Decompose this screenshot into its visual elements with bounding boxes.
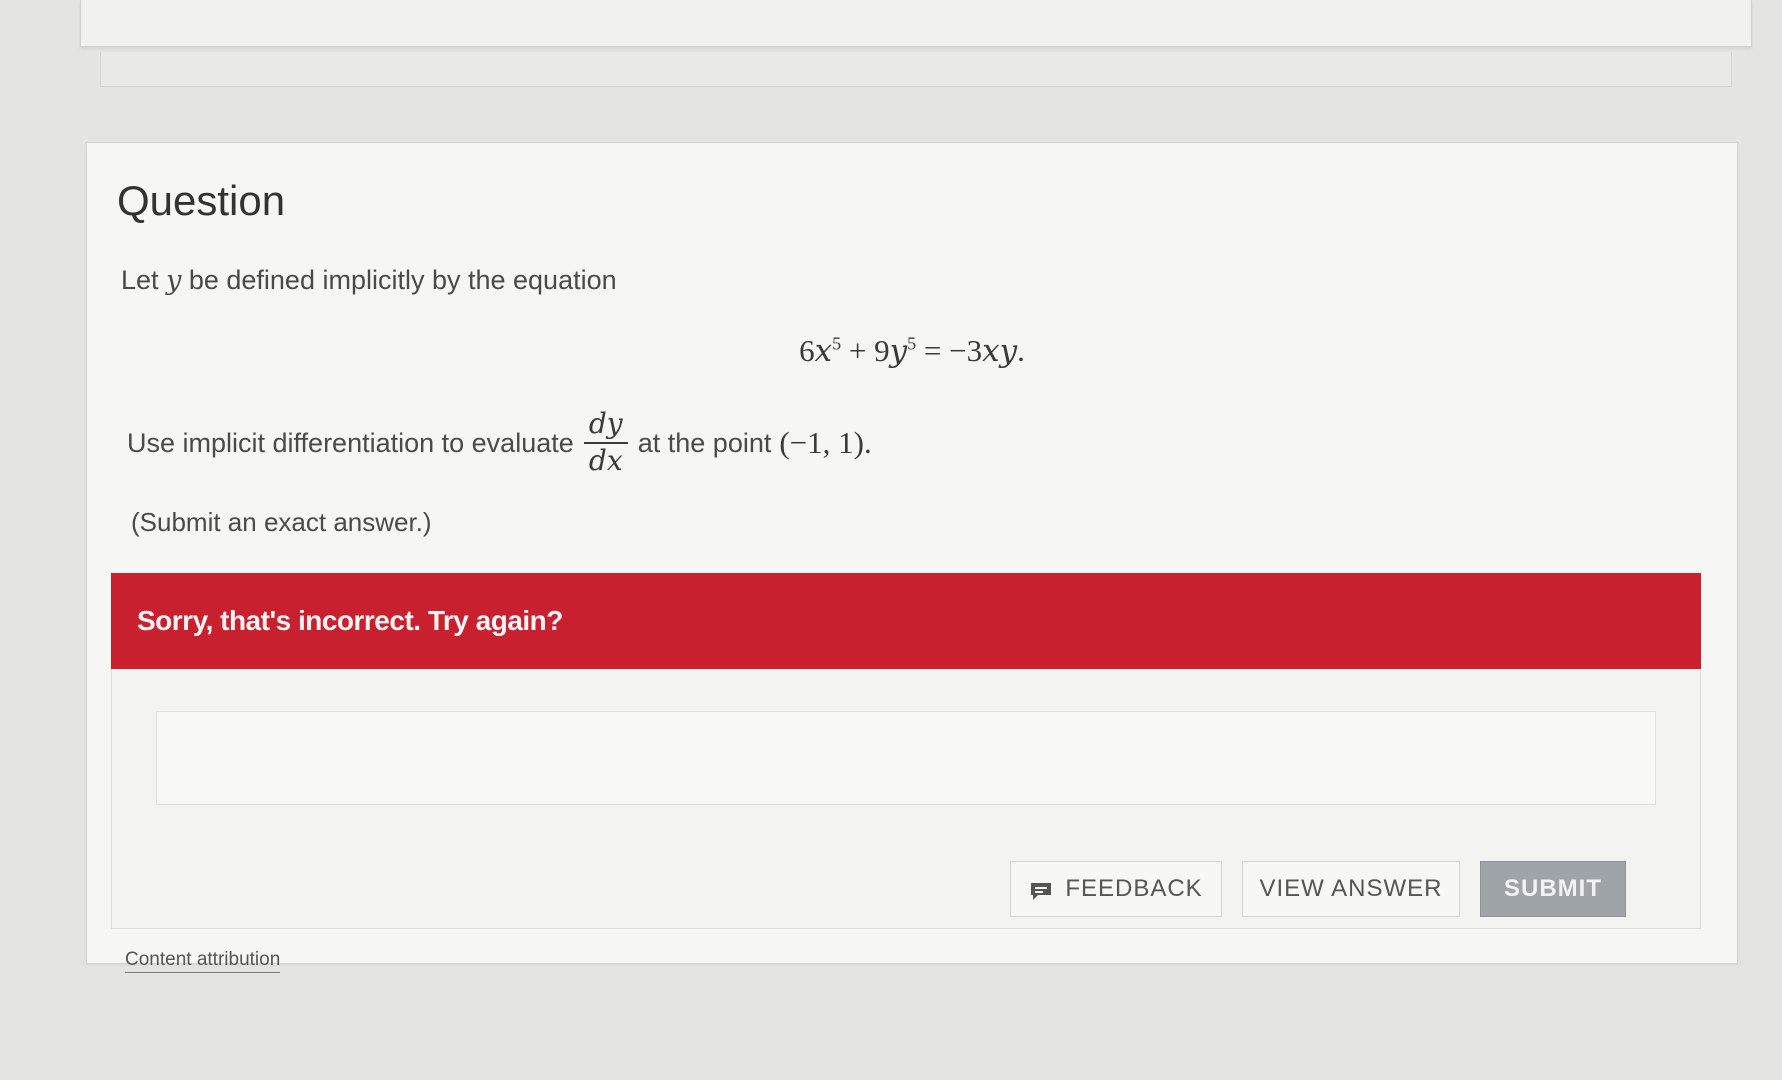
view-answer-button[interactable]: VIEW ANSWER (1242, 861, 1460, 917)
equation-rhs-coef: −3 (949, 333, 983, 368)
derivative-denominator: dx (588, 444, 623, 477)
derivative-numerator: dy (588, 407, 623, 441)
question-card: Question Let y be defined implicitly by … (86, 142, 1738, 973)
equation: 6x5 + 9y5 = −3xy. (87, 333, 1737, 369)
equation-end: . (1017, 333, 1025, 368)
feedback-button[interactable]: FEEDBACK (1010, 861, 1222, 917)
previous-card-stack (100, 52, 1732, 87)
question-instruction: Use implicit differentiation to evaluate… (127, 395, 872, 491)
instruction-text-before: Use implicit differentiation to evaluate (127, 427, 574, 458)
intro-text-before: Let (121, 265, 159, 295)
equation-term1-exp: 5 (832, 333, 842, 354)
equation-term1-coef: 6 (799, 333, 815, 368)
equation-term2-var: y (889, 333, 908, 369)
equation-term2-exp: 5 (907, 333, 917, 354)
previous-card (80, 0, 1752, 47)
answer-area: FEEDBACK VIEW ANSWER SUBMIT (111, 669, 1701, 929)
instruction-text-after: at the point (637, 427, 772, 458)
feedback-button-label: FEEDBACK (1065, 875, 1203, 902)
question-intro: Let y be defined implicitly by the equat… (121, 265, 617, 296)
equation-term2-coef: 9 (874, 333, 890, 368)
answer-input[interactable] (156, 711, 1656, 805)
evaluation-point: (−1, 1). (779, 425, 872, 460)
intro-text-after: be defined implicitly by the equation (188, 265, 617, 295)
question-heading: Question (117, 177, 286, 224)
comment-icon (1029, 880, 1053, 900)
equation-equals: = (923, 333, 942, 368)
intro-variable: y (166, 265, 182, 296)
content-attribution-link[interactable]: Content attribution (125, 949, 281, 973)
derivative-fraction: dy dx (583, 407, 628, 477)
error-message: Sorry, that's incorrect. Try again? (137, 605, 563, 636)
equation-rhs-vars: xy (982, 333, 1018, 369)
error-banner: Sorry, that's incorrect. Try again? (111, 573, 1701, 669)
submit-button[interactable]: SUBMIT (1480, 861, 1626, 917)
equation-plus: + (848, 333, 867, 368)
submission-hint: (Submit an exact answer.) (131, 507, 432, 537)
equation-term1-var: x (814, 333, 833, 369)
